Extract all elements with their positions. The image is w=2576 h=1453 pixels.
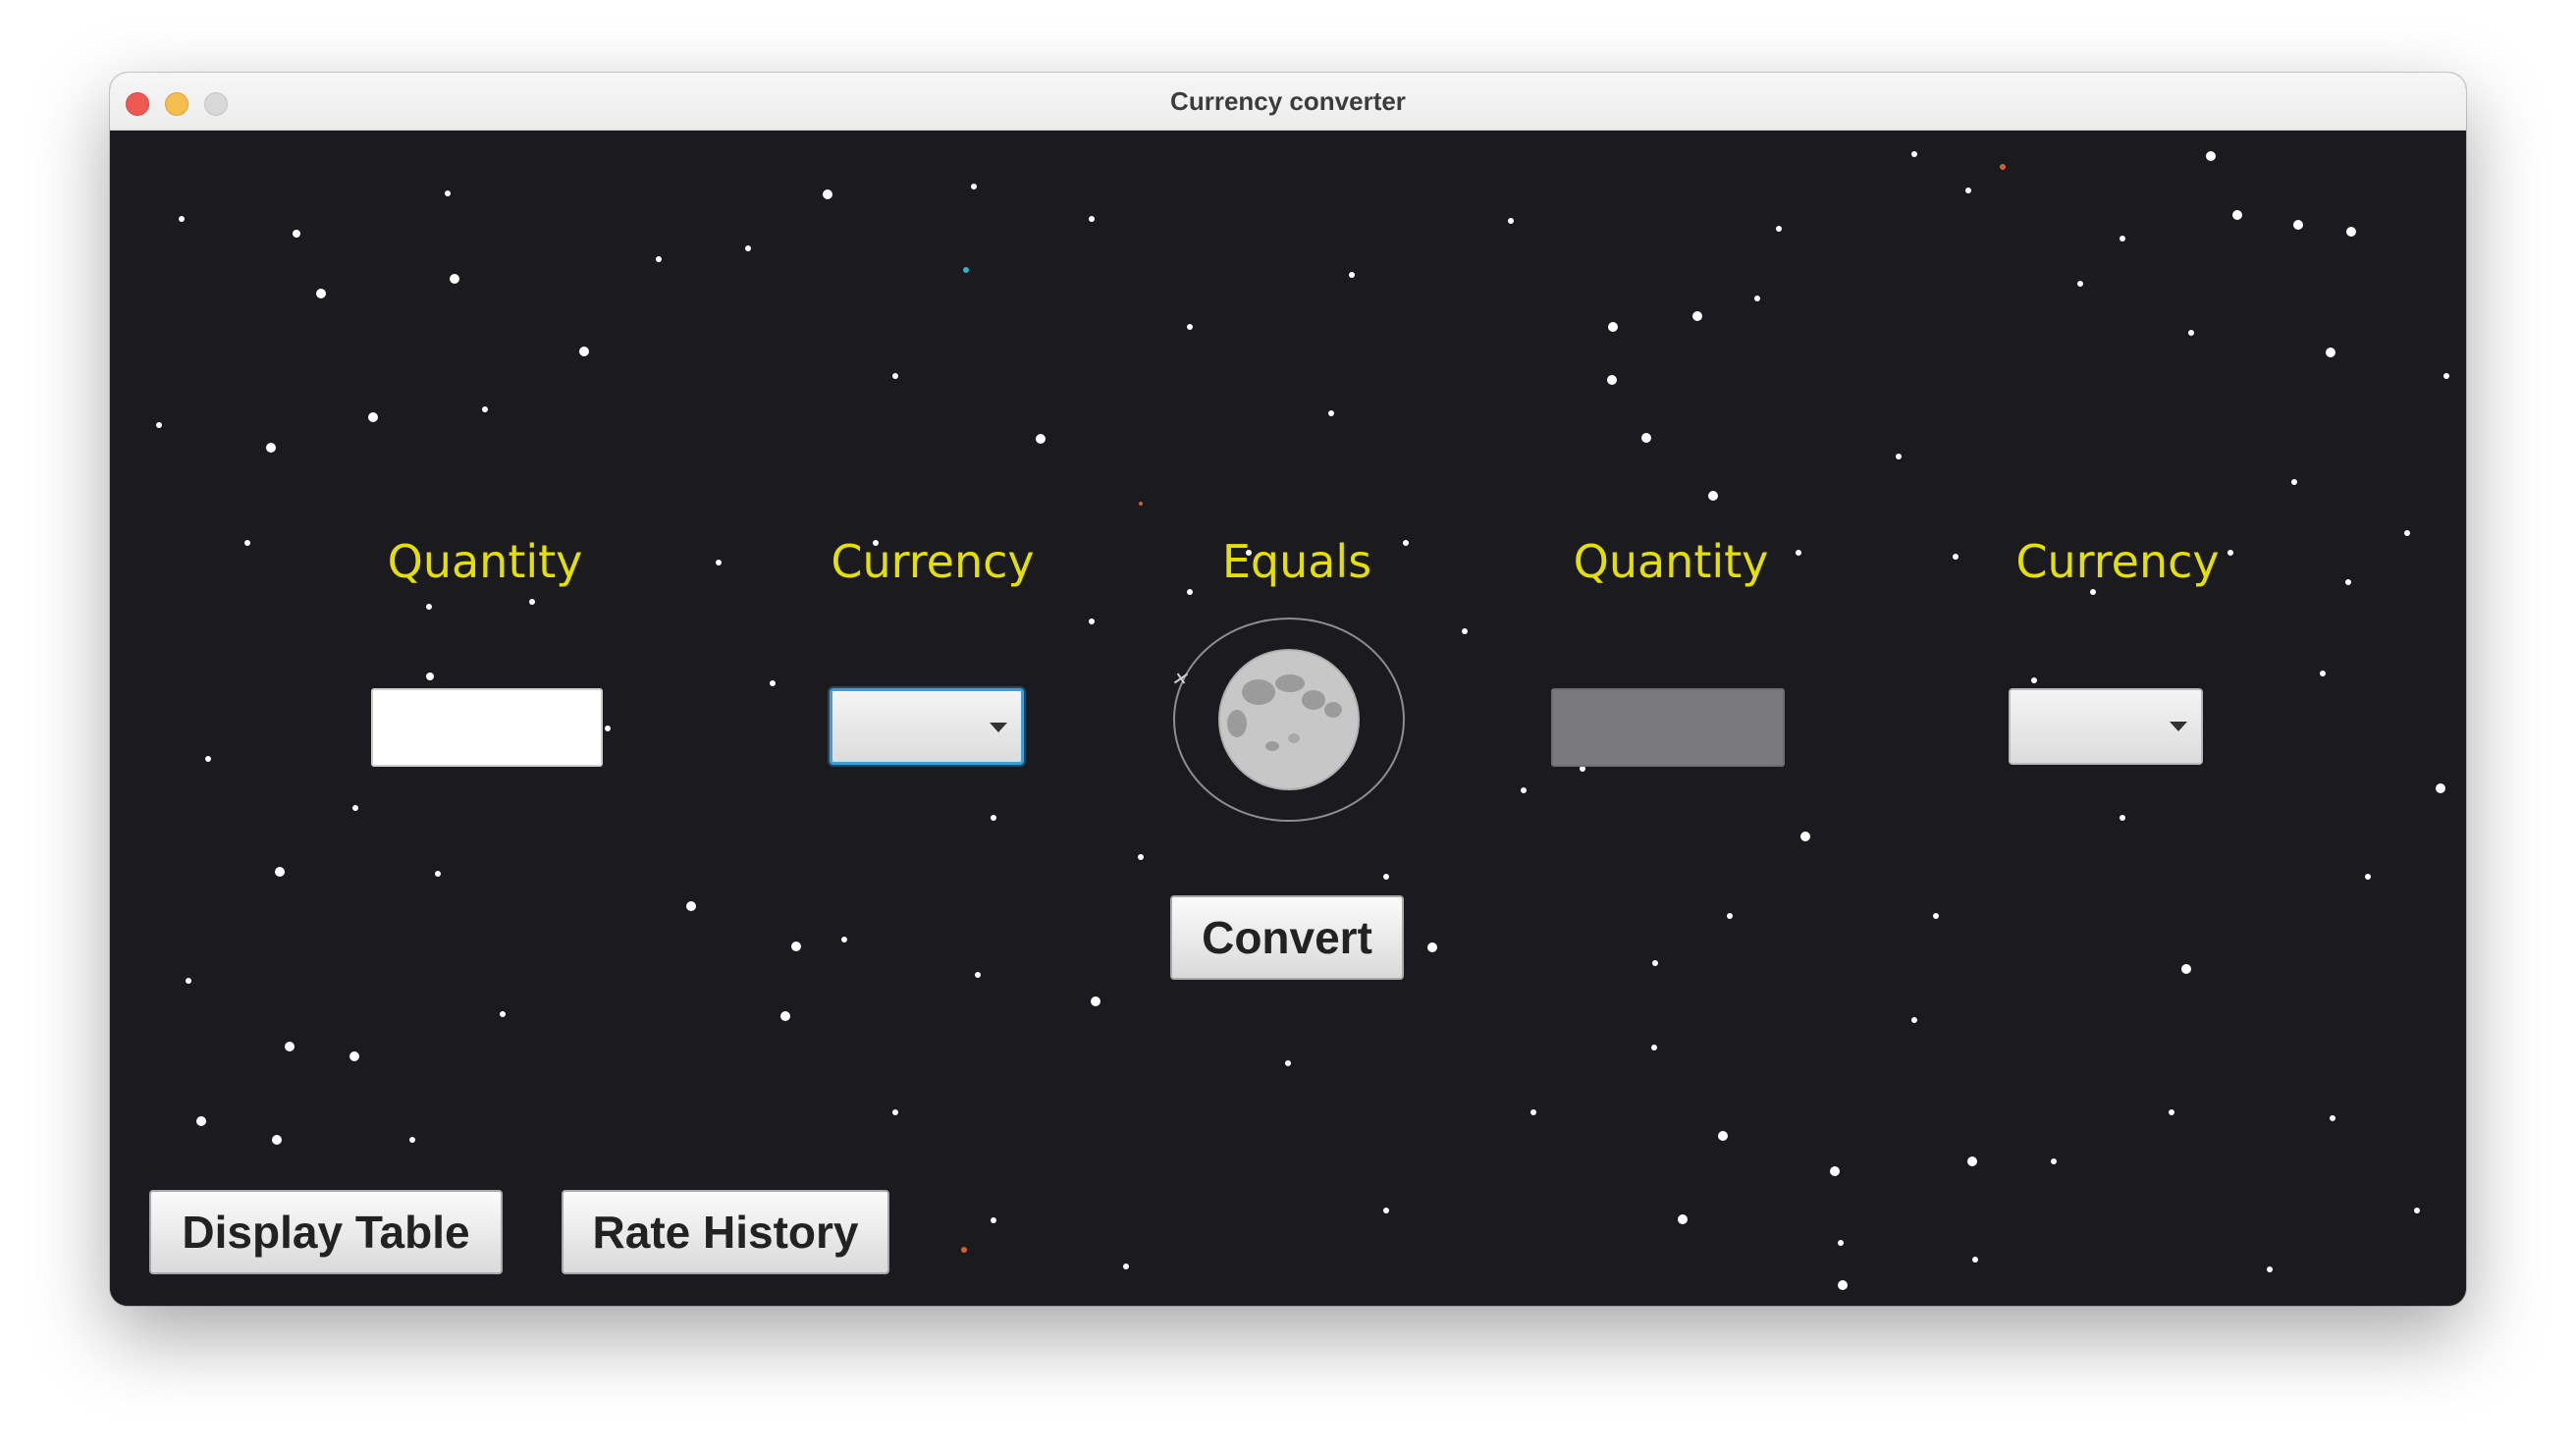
app-window: Currency converter Quantity Currency Equ…: [110, 73, 2466, 1306]
to-quantity-label: Quantity: [1573, 535, 1769, 588]
chevron-down-icon: [990, 723, 1007, 732]
title-bar: Currency converter: [110, 73, 2466, 131]
display-table-button[interactable]: Display Table: [149, 1190, 503, 1274]
converter-panel: Quantity Currency Equals Quantity Curren…: [110, 131, 2466, 1306]
window-title: Currency converter: [1170, 86, 1406, 116]
convert-button[interactable]: Convert: [1170, 895, 1404, 980]
to-currency-label: Currency: [2015, 535, 2220, 588]
equals-label: Equals: [1221, 535, 1372, 588]
from-quantity-input[interactable]: [371, 688, 603, 767]
to-currency-select[interactable]: [2009, 688, 2203, 765]
from-quantity-label: Quantity: [387, 535, 583, 588]
from-currency-select[interactable]: [830, 688, 1024, 765]
chevron-down-icon: [2170, 722, 2187, 731]
to-quantity-output: [1551, 688, 1785, 767]
rate-history-button[interactable]: Rate History: [562, 1190, 889, 1274]
moon-icon: [1172, 616, 1406, 824]
from-currency-label: Currency: [831, 535, 1035, 588]
